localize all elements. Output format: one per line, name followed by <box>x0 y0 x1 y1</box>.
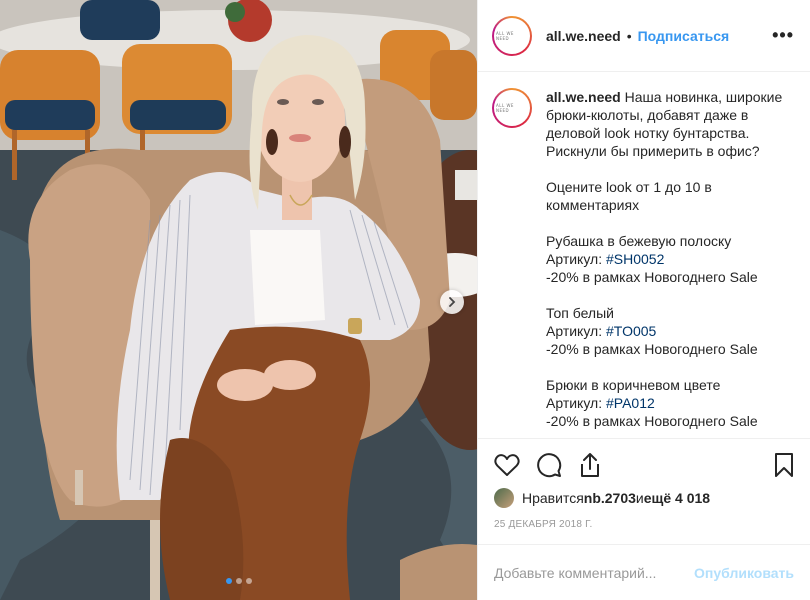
likes-and: и <box>635 490 644 506</box>
add-comment-bar: Опубликовать <box>478 544 810 600</box>
post-actions: Нравится nb.2703 и ещё 4 018 25 декабря … <box>478 438 810 544</box>
chevron-right-icon <box>449 297 456 307</box>
comment-icon[interactable] <box>536 452 562 478</box>
avatar[interactable]: ALL WE NEED <box>492 15 532 56</box>
liker-avatar[interactable] <box>494 488 514 508</box>
post-caption: all.we.need Наша новинка, широкие брюки-… <box>546 88 794 438</box>
publish-button[interactable]: Опубликовать <box>694 565 794 581</box>
liker-username[interactable]: nb.2703 <box>584 490 636 506</box>
avatar-logo-text: ALL WE NEED <box>494 17 530 54</box>
comments-area[interactable]: ALL WE NEED all.we.need Наша новинка, ши… <box>478 72 810 438</box>
post-header: ALL WE NEED all.we.need • Подписаться ••… <box>478 0 810 72</box>
carousel-indicator <box>0 578 477 584</box>
carousel-dot <box>225 578 232 584</box>
likes-prefix: Нравится <box>522 490 584 506</box>
hashtag-link[interactable]: #PA012 <box>606 395 655 411</box>
share-icon[interactable] <box>578 452 602 478</box>
likes-summary: Нравится nb.2703 и ещё 4 018 <box>494 485 794 511</box>
carousel-dot <box>235 578 242 584</box>
post-details-panel: ALL WE NEED all.we.need • Подписаться ••… <box>477 0 810 600</box>
carousel-dot <box>245 578 252 584</box>
hashtag-link[interactable]: #TO005 <box>606 323 656 339</box>
caption-username[interactable]: all.we.need <box>546 89 621 105</box>
next-slide-button[interactable] <box>440 290 464 314</box>
post-date[interactable]: 25 декабря 2018 г. <box>494 511 794 544</box>
comment-input[interactable] <box>494 564 695 581</box>
header-username[interactable]: all.we.need <box>546 28 621 44</box>
heart-icon[interactable] <box>494 453 520 477</box>
header-separator: • <box>626 27 632 44</box>
more-options-button[interactable]: ••• <box>772 25 794 46</box>
instagram-post: ALL WE NEED all.we.need • Подписаться ••… <box>0 0 810 600</box>
caption-avatar-logo-text: ALL WE NEED <box>494 90 530 126</box>
likes-count[interactable]: ещё 4 018 <box>644 490 710 506</box>
bookmark-icon[interactable] <box>774 452 794 478</box>
action-icons-row <box>494 445 794 485</box>
follow-button[interactable]: Подписаться <box>638 28 730 44</box>
post-photo[interactable] <box>0 0 477 600</box>
caption-text-1: Наша новинка, широкие брюки-кюлоты, доба… <box>546 89 783 267</box>
hashtag-link[interactable]: #SH0052 <box>606 251 664 267</box>
photo-scene <box>0 0 477 600</box>
caption-text-4: -20% в рамках Новогоднего Sale <box>546 413 758 429</box>
caption-avatar[interactable]: ALL WE NEED <box>492 88 532 128</box>
